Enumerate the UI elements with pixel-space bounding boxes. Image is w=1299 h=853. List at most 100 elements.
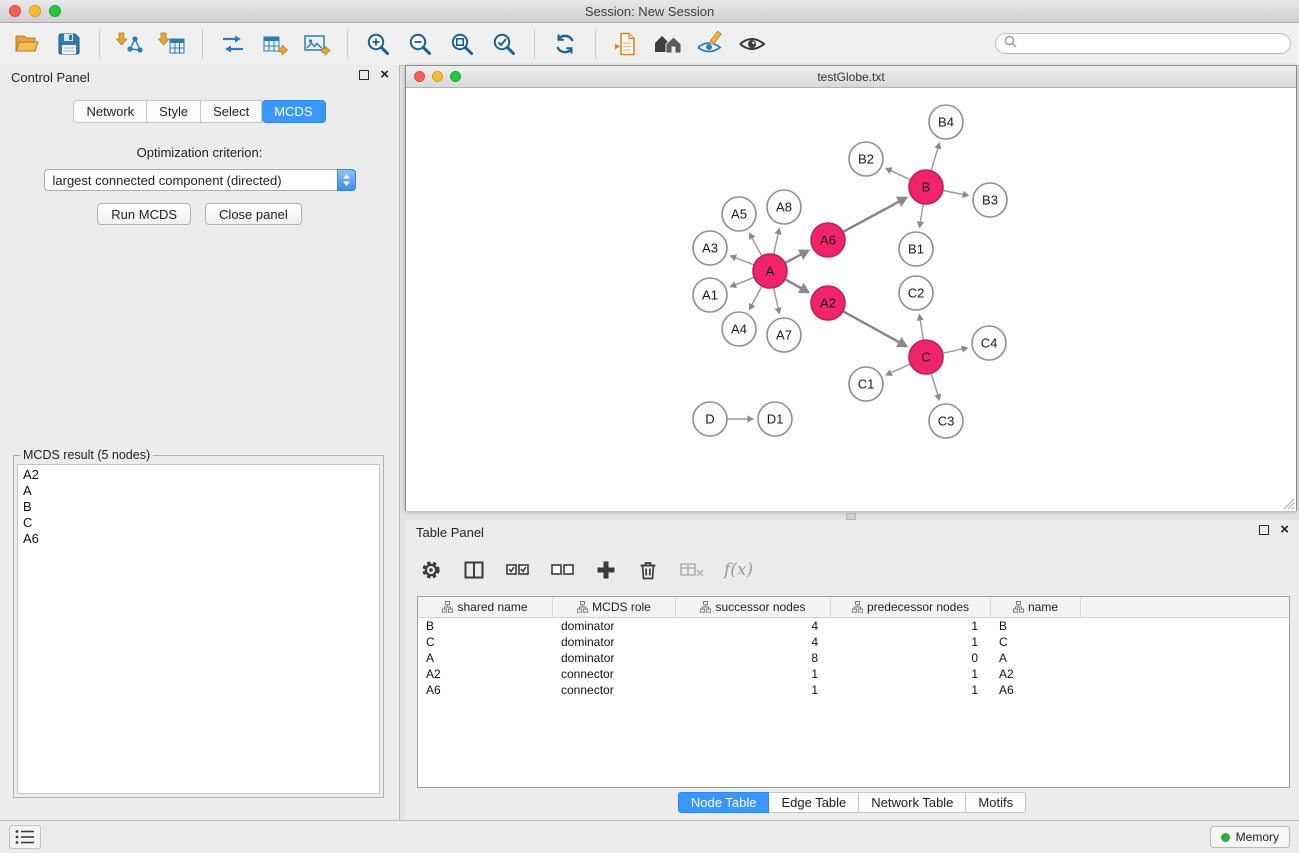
eye-pencil-icon[interactable] xyxy=(695,28,725,60)
float-table-panel-icon[interactable] xyxy=(1259,525,1269,535)
table-panel: Table Panel × xyxy=(405,520,1299,820)
table-cell: dominator xyxy=(553,618,676,634)
column-header-name[interactable]: name xyxy=(991,597,1081,617)
tab-style[interactable]: Style xyxy=(147,100,201,123)
close-window-button[interactable] xyxy=(9,5,21,17)
tab-network-table[interactable]: Network Table xyxy=(859,792,966,813)
dropdown-stepper-icon xyxy=(337,169,356,191)
network-node-label: D1 xyxy=(767,412,784,427)
function-builder-icon[interactable]: f(x) xyxy=(724,560,753,580)
houses-icon[interactable] xyxy=(653,28,683,60)
export-image-icon[interactable] xyxy=(302,28,332,60)
zoom-network-window-button[interactable] xyxy=(450,71,461,82)
tab-network[interactable]: Network xyxy=(73,100,147,123)
close-panel-button[interactable]: Close panel xyxy=(205,203,302,225)
network-edge-A6-B[interactable] xyxy=(843,198,907,232)
zoom-out-icon[interactable] xyxy=(405,28,435,60)
table-cell: 1 xyxy=(676,682,831,698)
network-edge-B-B4[interactable] xyxy=(931,143,940,171)
network-edge-A-A1[interactable] xyxy=(730,277,754,287)
network-window-titlebar[interactable]: testGlobe.txt xyxy=(406,66,1296,88)
zoom-in-icon[interactable] xyxy=(363,28,393,60)
network-edge-B-B2[interactable] xyxy=(886,168,911,180)
network-window-title: testGlobe.txt xyxy=(817,70,884,84)
column-header-predecessor-nodes[interactable]: predecessor nodes xyxy=(831,597,991,617)
close-table-panel-icon[interactable]: × xyxy=(1280,525,1289,535)
column-header-successor-nodes[interactable]: successor nodes xyxy=(676,597,831,617)
memory-button[interactable]: Memory xyxy=(1210,826,1290,848)
table-row[interactable]: Bdominator41B xyxy=(418,618,1289,634)
table-row[interactable]: A2connector11A2 xyxy=(418,666,1289,682)
network-edge-A-A5[interactable] xyxy=(750,233,762,256)
column-header-MCDS-role[interactable]: MCDS role xyxy=(553,597,676,617)
minimize-window-button[interactable] xyxy=(29,5,41,17)
deselect-all-icon[interactable] xyxy=(550,558,576,582)
toolbar-separator xyxy=(202,29,203,59)
network-node-label: A5 xyxy=(731,207,747,222)
network-edge-A-A4[interactable] xyxy=(749,286,762,310)
network-edge-A2-C[interactable] xyxy=(843,311,907,346)
eye-icon[interactable] xyxy=(737,28,767,60)
network-canvas[interactable]: B4B2BB3A5A8A6B1A3AC2A1A2A4A7CC4C1C3DD1 xyxy=(406,88,1296,511)
run-mcds-button[interactable]: Run MCDS xyxy=(97,203,191,225)
network-edge-C-C1[interactable] xyxy=(886,364,910,375)
export-table-icon[interactable] xyxy=(260,28,290,60)
close-network-window-button[interactable] xyxy=(414,71,425,82)
gear-icon[interactable] xyxy=(419,558,443,582)
window-titlebar[interactable]: Session: New Session xyxy=(0,0,1299,23)
optimization-dropdown[interactable]: largest connected component (directed) xyxy=(44,169,356,191)
tab-edge-table[interactable]: Edge Table xyxy=(769,792,859,813)
network-edge-A-A2[interactable] xyxy=(785,279,809,292)
orange-document-icon[interactable] xyxy=(611,28,641,60)
network-edge-A-A3[interactable] xyxy=(731,256,755,265)
mcds-result-box: MCDS result (5 nodes) A2ABCA6 xyxy=(13,455,384,798)
application-window: Session: New Session xyxy=(0,0,1299,853)
control-panel: Control Panel × NetworkStyleSelectMCDS O… xyxy=(0,65,400,820)
resize-grip-icon[interactable] xyxy=(1281,496,1295,510)
float-panel-icon[interactable] xyxy=(359,70,369,80)
network-node-label: A2 xyxy=(820,296,836,311)
minimize-network-window-button[interactable] xyxy=(432,71,443,82)
zoom-window-button[interactable] xyxy=(49,5,61,17)
tab-node-table[interactable]: Node Table xyxy=(678,792,770,813)
columns-icon[interactable] xyxy=(462,558,486,582)
network-edge-A-A7[interactable] xyxy=(774,288,780,314)
search-input[interactable] xyxy=(1022,36,1282,52)
delete-column-icon[interactable] xyxy=(636,558,660,582)
network-edge-A-A8[interactable] xyxy=(774,229,780,255)
network-edge-B-B3[interactable] xyxy=(943,190,969,195)
close-panel-icon[interactable]: × xyxy=(380,70,389,80)
network-node-label: C1 xyxy=(858,377,875,392)
splitter-handle[interactable] xyxy=(846,513,856,520)
refresh-layout-icon[interactable] xyxy=(550,28,580,60)
search-box[interactable] xyxy=(995,33,1291,54)
tab-mcds[interactable]: MCDS xyxy=(262,100,325,123)
status-bar: Memory xyxy=(0,820,1299,853)
tab-motifs[interactable]: Motifs xyxy=(966,792,1026,813)
zoom-fit-icon[interactable] xyxy=(447,28,477,60)
add-column-icon[interactable] xyxy=(595,559,617,581)
table-row[interactable]: Adominator80A xyxy=(418,650,1289,666)
toolbar-separator xyxy=(595,29,596,59)
save-session-icon[interactable] xyxy=(54,28,84,60)
network-edge-B-B1[interactable] xyxy=(920,204,924,228)
import-network-icon[interactable] xyxy=(115,28,145,60)
task-history-button[interactable] xyxy=(9,825,41,849)
select-all-icon[interactable] xyxy=(505,558,531,582)
table-cell: 8 xyxy=(676,650,831,666)
export-network-icon[interactable] xyxy=(218,28,248,60)
import-table-icon[interactable] xyxy=(157,28,187,60)
network-svg[interactable]: B4B2BB3A5A8A6B1A3AC2A1A2A4A7CC4C1C3DD1 xyxy=(406,88,1296,511)
search-icon xyxy=(1004,35,1017,53)
network-edge-A-A6[interactable] xyxy=(785,250,809,263)
column-header-shared-name[interactable]: shared name xyxy=(418,597,553,617)
zoom-selected-icon[interactable] xyxy=(489,28,519,60)
table-cell-filler xyxy=(1081,650,1289,666)
network-edge-C-C2[interactable] xyxy=(919,315,923,341)
table-row[interactable]: Cdominator41C xyxy=(418,634,1289,650)
network-edge-C-C4[interactable] xyxy=(943,348,968,354)
tab-select[interactable]: Select xyxy=(201,100,262,123)
network-edge-C-C3[interactable] xyxy=(931,373,939,400)
table-row[interactable]: A6connector11A6 xyxy=(418,682,1289,698)
open-session-icon[interactable] xyxy=(12,28,42,60)
